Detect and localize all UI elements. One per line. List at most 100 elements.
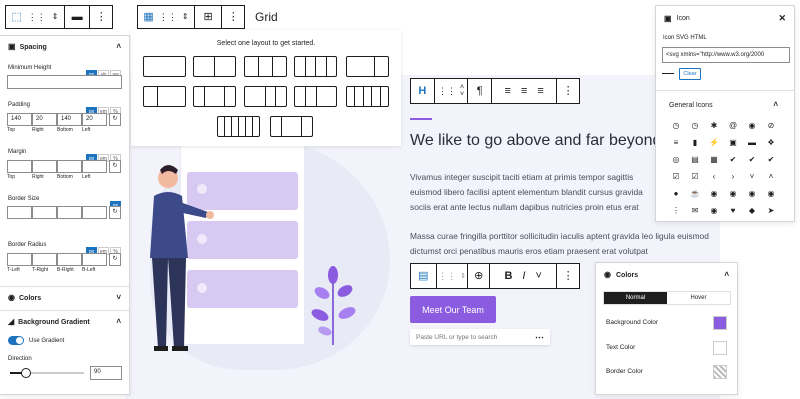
general-icon-option[interactable]: ⚡: [708, 137, 720, 148]
padding-right-input[interactable]: 20: [32, 113, 57, 126]
grid-block-icon[interactable]: ▦: [143, 11, 153, 23]
link-values-icon[interactable]: ↻: [109, 253, 121, 266]
select-block-icon[interactable]: ⬚: [11, 11, 21, 23]
icon-panel-header[interactable]: ▣ Icon ✕: [664, 14, 786, 23]
general-icon-option[interactable]: ♥: [727, 205, 739, 216]
align-left-icon[interactable]: ≡: [505, 85, 511, 97]
general-icon-option[interactable]: ◉: [708, 205, 720, 216]
radius-bottom-left-input[interactable]: [82, 253, 107, 266]
drag-handle-icon[interactable]: ⋮⋮: [159, 12, 177, 22]
border-bottom-input[interactable]: [57, 206, 82, 219]
layout-option-5col[interactable]: [346, 86, 389, 107]
move-up-down-icon[interactable]: ⇕: [52, 13, 59, 21]
layout-option-2col-wide[interactable]: [346, 56, 389, 77]
direction-input[interactable]: 90: [90, 366, 122, 380]
radius-top-left-input[interactable]: [7, 253, 32, 266]
link-values-icon[interactable]: ↻: [109, 113, 121, 126]
general-icon-option[interactable]: @: [727, 120, 739, 131]
general-icon-option[interactable]: ☕: [689, 188, 701, 199]
min-height-input[interactable]: [7, 75, 122, 89]
general-icon-option[interactable]: ◎: [670, 154, 682, 165]
move-up-down-icon[interactable]: ⇕: [460, 273, 466, 280]
italic-icon[interactable]: I: [522, 270, 525, 282]
move-up-down-icon[interactable]: ⇕: [182, 13, 189, 21]
border-top-input[interactable]: [7, 206, 32, 219]
general-icon-option[interactable]: ▮: [689, 137, 701, 148]
layout-option-6col[interactable]: [217, 116, 260, 137]
general-icon-option[interactable]: ➤: [765, 205, 777, 216]
drag-handle-icon[interactable]: ⋮⋮: [438, 86, 456, 96]
general-icon-option[interactable]: ✱: [708, 120, 720, 131]
body-paragraph[interactable]: Massa curae fringilla porttitor sollicit…: [410, 229, 716, 260]
more-options-icon[interactable]: ⋮: [563, 85, 574, 97]
direction-slider-thumb[interactable]: [21, 368, 32, 378]
colors-panel-header[interactable]: ◉ Colors ˄: [604, 271, 729, 279]
margin-left-input[interactable]: [82, 160, 107, 173]
layout-option-3col-alt[interactable]: [270, 116, 313, 137]
colors-section-header[interactable]: ◉ Colors ˅: [8, 294, 121, 302]
align-right-icon[interactable]: ≡: [537, 85, 543, 97]
heading-block-icon[interactable]: H: [418, 85, 426, 97]
general-icon-option[interactable]: ⋮: [670, 205, 682, 216]
padding-bottom-input[interactable]: 140: [57, 113, 82, 126]
general-icon-option[interactable]: ◉: [708, 188, 720, 199]
spacing-section-header[interactable]: ▣ Spacing ˄: [8, 43, 121, 51]
general-icon-option[interactable]: ▣: [727, 137, 739, 148]
bg-color-swatch[interactable]: [713, 316, 727, 330]
margin-top-input[interactable]: [7, 160, 32, 173]
chevron-down-icon[interactable]: ˅: [535, 270, 541, 282]
body-paragraph[interactable]: Vivamus integer suscipit taciti etiam at…: [410, 170, 656, 218]
chevron-down-icon[interactable]: ˅: [116, 294, 121, 302]
chevron-up-icon[interactable]: ˄: [773, 101, 778, 109]
link-values-icon[interactable]: ↻: [109, 160, 121, 173]
chevron-up-icon[interactable]: ˄: [116, 318, 121, 326]
more-options-icon[interactable]: ⋮: [563, 270, 574, 282]
general-icons-header[interactable]: General Icons ˄: [669, 101, 778, 109]
layout-option-2col[interactable]: [193, 56, 236, 77]
border-left-input[interactable]: [82, 206, 107, 219]
general-icon-option[interactable]: ✔: [727, 154, 739, 165]
layout-option-3col-left[interactable]: [244, 86, 287, 107]
drag-handle-icon[interactable]: ⋮⋮: [28, 12, 46, 22]
add-block-icon[interactable]: ⊞: [204, 11, 213, 23]
general-icon-option[interactable]: ✔: [765, 154, 777, 165]
padding-left-input[interactable]: 20: [82, 113, 107, 126]
bg-gradient-section-header[interactable]: ◢ Background Gradient ˄: [8, 318, 121, 326]
link-values-icon[interactable]: ↻: [109, 206, 121, 219]
close-icon[interactable]: ✕: [778, 14, 786, 23]
layout-option-4col[interactable]: [294, 56, 337, 77]
move-up-down-icon[interactable]: ˄ ˅: [460, 84, 464, 98]
general-icon-option[interactable]: ◉: [746, 120, 758, 131]
general-icon-option[interactable]: ▬: [746, 137, 758, 148]
button-block-icon[interactable]: ▤: [418, 270, 428, 282]
tab-normal[interactable]: Normal: [604, 292, 667, 304]
general-icon-option[interactable]: ✔: [746, 154, 758, 165]
general-icon-option[interactable]: ●: [670, 188, 682, 199]
layout-option-3col-right[interactable]: [294, 86, 337, 107]
general-icon-option[interactable]: ◆: [746, 205, 758, 216]
bold-icon[interactable]: B: [504, 270, 512, 282]
section-heading[interactable]: We like to go above and far beyond: [410, 132, 660, 150]
general-icon-option[interactable]: ◷: [689, 120, 701, 131]
general-icon-option[interactable]: ◉: [746, 188, 758, 199]
more-options-icon[interactable]: ⋮: [96, 11, 107, 23]
border-right-input[interactable]: [32, 206, 57, 219]
layout-option-3col-center[interactable]: [193, 86, 236, 107]
chevron-up-icon[interactable]: ˄: [724, 271, 729, 279]
tab-hover[interactable]: Hover: [667, 292, 730, 304]
chevron-up-icon[interactable]: ˄: [116, 43, 121, 51]
general-icon-option[interactable]: ◉: [727, 188, 739, 199]
layout-option-3col[interactable]: [244, 56, 287, 77]
url-input[interactable]: Paste URL or type to search: [416, 334, 497, 341]
align-icon[interactable]: ▬: [72, 11, 83, 23]
layout-option-2col-narrow[interactable]: [143, 86, 186, 107]
drag-handle-icon[interactable]: ⋮⋮: [438, 271, 456, 281]
clear-button[interactable]: Clear: [679, 68, 701, 80]
direction-slider[interactable]: [10, 368, 84, 378]
svg-html-input[interactable]: <svg xmlns="http://www.w3.org/2000: [662, 47, 790, 63]
general-icon-option[interactable]: ▦: [708, 154, 720, 165]
radius-top-right-input[interactable]: [32, 253, 57, 266]
more-options-icon[interactable]: ⋮: [228, 11, 239, 23]
general-icon-option[interactable]: ≡: [670, 137, 682, 148]
general-icon-option[interactable]: ⊘: [765, 120, 777, 131]
